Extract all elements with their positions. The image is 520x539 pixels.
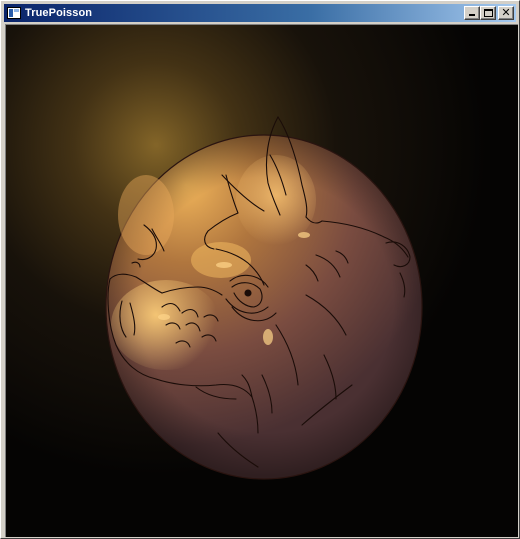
rendered-image bbox=[6, 25, 518, 537]
close-icon: ✕ bbox=[501, 6, 511, 19]
render-canvas[interactable] bbox=[5, 24, 518, 537]
window-title: TruePoisson bbox=[25, 7, 93, 19]
title-bar[interactable]: TruePoisson ✕ bbox=[4, 4, 516, 22]
caption-buttons: ✕ bbox=[464, 6, 514, 20]
maximize-icon bbox=[484, 9, 493, 17]
minimize-icon bbox=[469, 14, 475, 16]
close-button[interactable]: ✕ bbox=[498, 6, 514, 20]
maximize-button[interactable] bbox=[480, 6, 496, 20]
app-window-icon[interactable] bbox=[7, 7, 21, 19]
app-window: TruePoisson ✕ bbox=[0, 0, 520, 539]
minimize-button[interactable] bbox=[464, 6, 480, 20]
